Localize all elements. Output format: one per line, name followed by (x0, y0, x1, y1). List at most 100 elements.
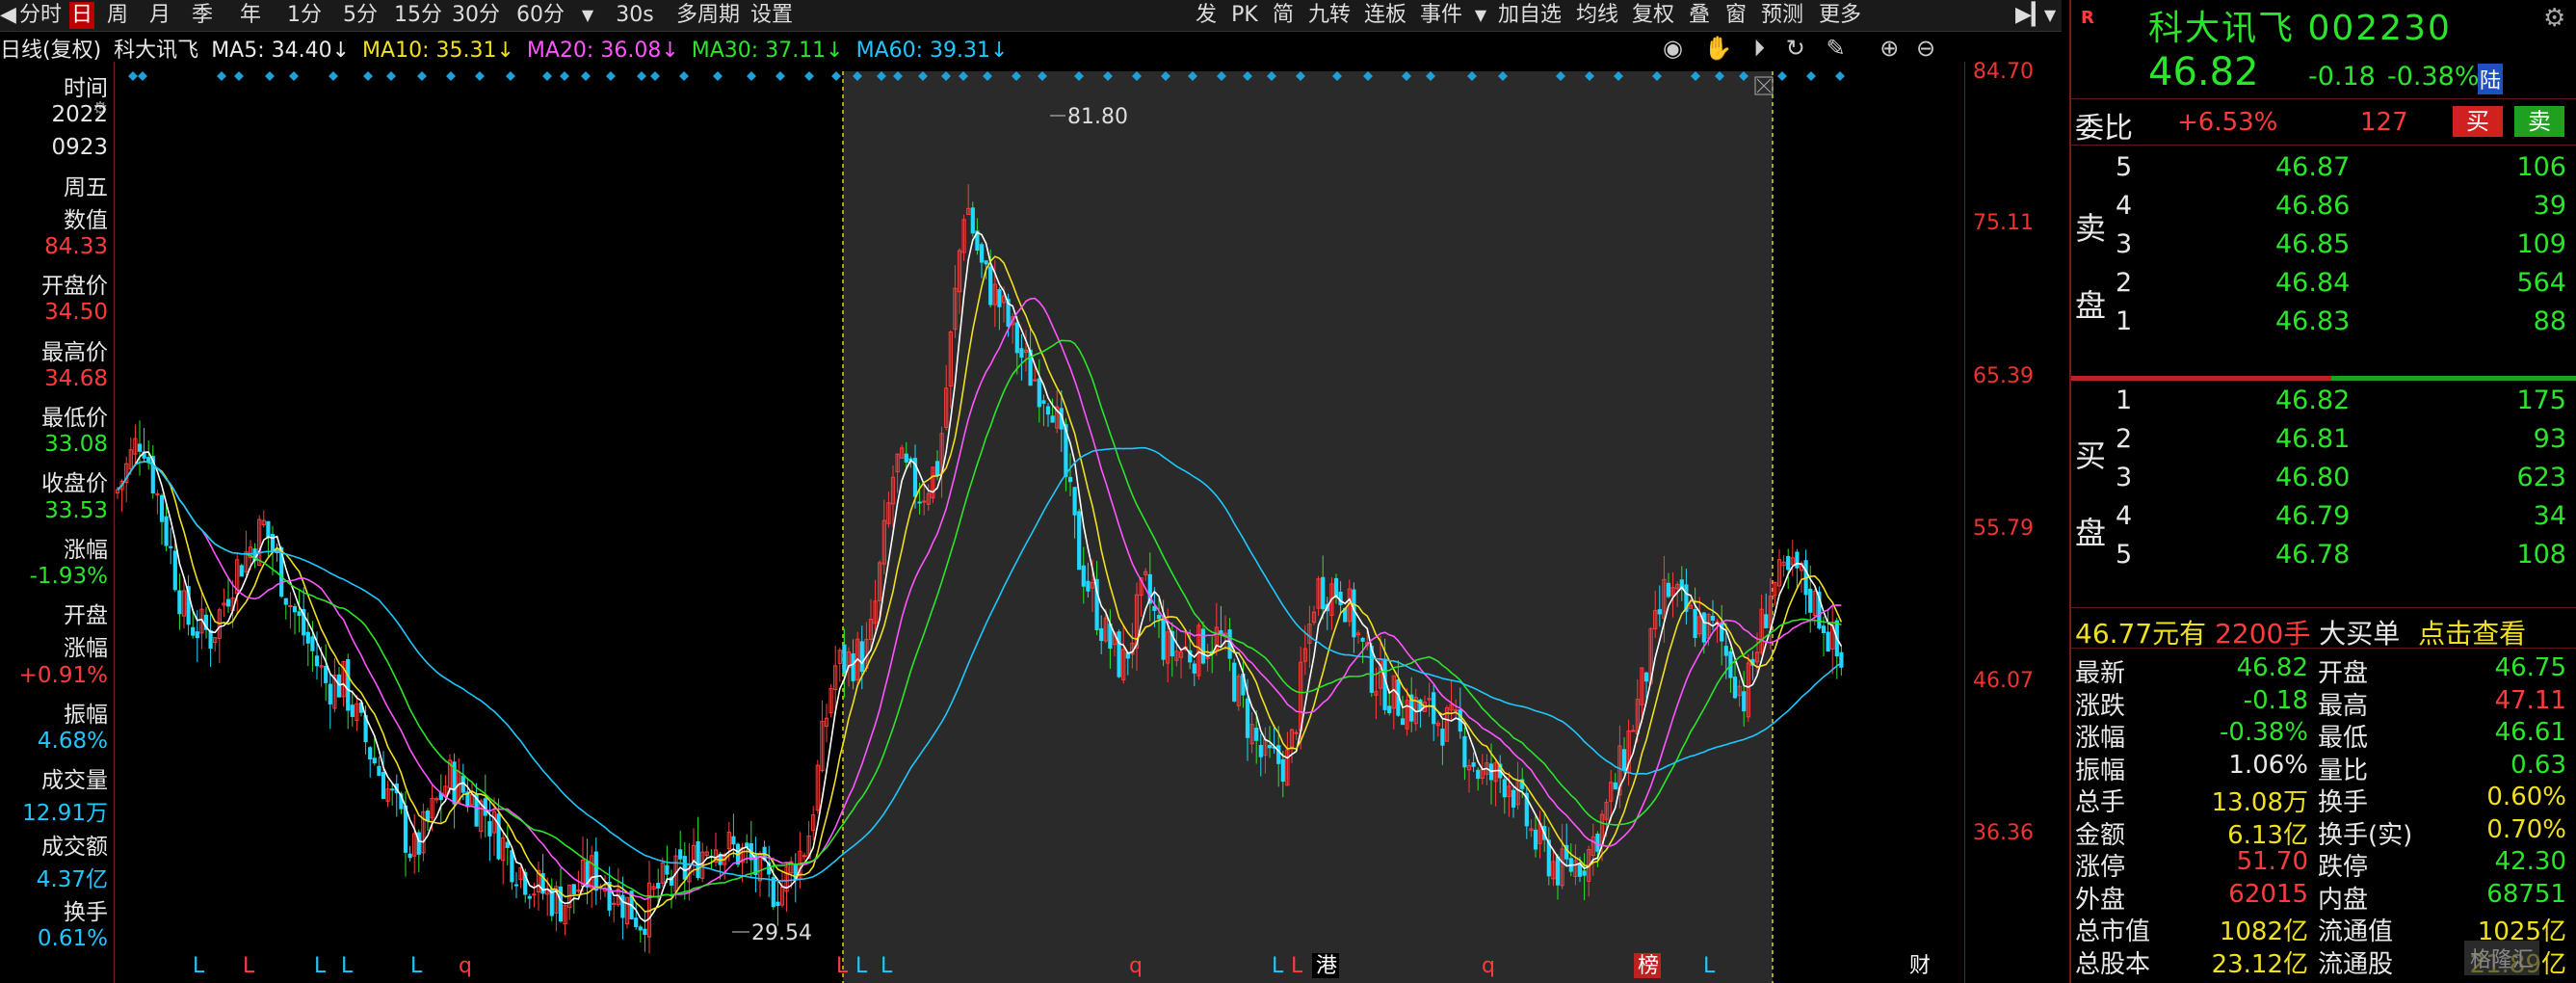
candle-body (390, 788, 395, 791)
toolbar-item-1[interactable]: PK (1227, 2, 1262, 29)
event-dropdown-icon[interactable]: ▼ (1472, 2, 1489, 29)
period-tab-5[interactable]: 年 (225, 2, 276, 29)
candle-body (1732, 677, 1738, 699)
bottom-marker-0[interactable]: L (193, 954, 205, 978)
brush-icon[interactable]: ✎ (1827, 35, 1846, 62)
period-tab-7[interactable]: 5分 (333, 2, 387, 29)
bottom-marker-1[interactable]: L (243, 954, 255, 978)
zoom-in-icon[interactable]: ⊕ (1879, 35, 1899, 62)
candle-body (1808, 588, 1813, 613)
period-tab-3[interactable]: 月 (141, 2, 179, 29)
sell-price: 46.83 (2275, 306, 2351, 336)
bottom-marker-6[interactable]: L (836, 954, 849, 978)
prev-icon[interactable]: ◀ (0, 2, 16, 29)
buy-price: 46.78 (2275, 540, 2351, 570)
bottom-marker-5[interactable]: q (459, 954, 472, 978)
big-order-link[interactable]: 点击查看 (2418, 618, 2526, 650)
zoom-out-icon[interactable]: ⊖ (1916, 35, 1935, 62)
toolbar-item-11[interactable]: 预测 (1757, 2, 1807, 29)
sell-button[interactable]: 卖 (2514, 106, 2564, 137)
bottom-marker-14[interactable]: 榜 (1638, 954, 1659, 978)
toolbar-item-5[interactable]: 事件 (1416, 2, 1466, 29)
period-label[interactable]: 日线(复权) (0, 39, 101, 63)
candle-body (1117, 631, 1121, 677)
stat-value: 68751 (2486, 879, 2566, 909)
info-row-7: 34.50 (44, 300, 108, 326)
candle-body (350, 704, 355, 717)
bottom-marker-15[interactable]: L (1703, 954, 1716, 978)
toolbar-item-3[interactable]: 九转 (1304, 2, 1354, 29)
stat-value: 1.06% (2228, 750, 2308, 780)
candle-body (665, 864, 670, 875)
candle-body (314, 655, 320, 667)
candle-body (191, 626, 196, 636)
period-tab-1[interactable]: 日 (69, 2, 94, 29)
buy-side-label-2: 盘 (2075, 515, 2107, 551)
big-order-row[interactable]: 46.77元有 2200手 大买单 点击查看 (2075, 613, 2526, 651)
stat-label: 最高 (2318, 691, 2369, 721)
toolbar-item-12[interactable]: 更多 (1813, 2, 1867, 29)
info-row-9: 34.68 (44, 365, 108, 391)
candle-body (1693, 608, 1697, 639)
toolbar-item-7[interactable]: 均线 (1572, 2, 1622, 29)
bottom-marker-12[interactable]: 港 (1316, 954, 1337, 978)
bottom-marker-3[interactable]: L (341, 954, 354, 978)
toolbar-item-6[interactable]: 加自选 (1493, 2, 1566, 29)
toolbar-item-4[interactable]: 连板 (1360, 2, 1410, 29)
sell-price: 46.84 (2275, 268, 2351, 298)
high-price-label: 81.80 (1067, 105, 1128, 129)
period-tab-10[interactable]: 60分 (507, 2, 574, 29)
buy-side-label-1: 买 (2075, 438, 2107, 474)
candle-body (1595, 833, 1600, 852)
watermark: 格隆汇 (2464, 941, 2540, 975)
info-row-5: 84.33 (44, 234, 108, 259)
big-order-vol: 2200手 (2215, 618, 2311, 650)
bottom-marker-2[interactable]: L (314, 954, 327, 978)
toolbar-item-0[interactable]: 发 (1191, 2, 1222, 29)
settings-gear-icon[interactable]: ⚙ (2543, 4, 2565, 33)
toolbar-item-2[interactable]: 简 (1268, 2, 1299, 29)
candle-body (1267, 745, 1273, 749)
period-tab-12[interactable]: 多周期 (672, 2, 744, 29)
period-tab-8[interactable]: 15分 (391, 2, 445, 29)
toolbar-item-8[interactable]: 复权 (1628, 2, 1678, 29)
bottom-marker-10[interactable]: L (1272, 954, 1284, 978)
period-tab-11[interactable]: 30s (601, 2, 669, 29)
candle-body (731, 836, 736, 845)
bottom-marker-7[interactable]: L (855, 954, 868, 978)
period-dropdown-icon[interactable]: ▼ (578, 2, 597, 29)
toggle-panel-icon[interactable]: ▶▎ (2015, 2, 2048, 29)
period-tab-0[interactable]: 分时 (15, 2, 66, 29)
stat-value: 51.70 (2236, 847, 2308, 876)
toolbar-item-10[interactable]: 窗 (1721, 2, 1751, 29)
period-tab-4[interactable]: 季 (183, 2, 222, 29)
period-tab-2[interactable]: 周 (98, 2, 137, 29)
bottom-marker-4[interactable]: L (410, 954, 423, 978)
candle-body (1333, 577, 1339, 598)
bottom-marker-16[interactable]: 财 (1909, 954, 1931, 978)
play-icon[interactable]: ⏵ (1753, 35, 1765, 62)
period-tab-6[interactable]: 1分 (279, 2, 329, 29)
period-tab-9[interactable]: 30分 (449, 2, 503, 29)
stat-value: 13.08万 (2211, 788, 2308, 817)
bottom-marker-13[interactable]: q (1482, 954, 1495, 978)
buy-level: 2 (2116, 424, 2133, 454)
buy-button[interactable]: 买 (2453, 106, 2503, 137)
period-tab-13[interactable]: 设置 (748, 2, 796, 29)
bottom-marker-9[interactable]: q (1129, 954, 1143, 978)
bottom-marker-8[interactable]: L (881, 954, 893, 978)
y-tick-label-1: 75.11 (1973, 211, 2034, 235)
hand-icon[interactable]: ✋ (1704, 35, 1733, 62)
sell-volume: 106 (2516, 152, 2566, 182)
kline-chart[interactable]: 81.80 29.54 LLLLLqLLLqLL港q榜L财 (116, 62, 1965, 983)
candle-body (620, 894, 625, 918)
ma10-label: MA10: 35.31↓ (362, 39, 514, 63)
toolbar-item-9[interactable]: 叠 (1684, 2, 1715, 29)
candle-body (346, 659, 351, 711)
eye-icon[interactable]: ◉ (1663, 35, 1683, 62)
toolbar-dropdown-icon[interactable]: ▼ (2040, 2, 2060, 29)
refresh-icon[interactable]: ↻ (1786, 35, 1805, 62)
bottom-marker-11[interactable]: L (1291, 954, 1303, 978)
stat-label: 换手 (2318, 788, 2369, 817)
cursor-info-panel: ⚙ 时间 2022 0923 周五 数值 84.33 开盘价 34.50 最高价 34.68 最低价… (0, 62, 115, 983)
